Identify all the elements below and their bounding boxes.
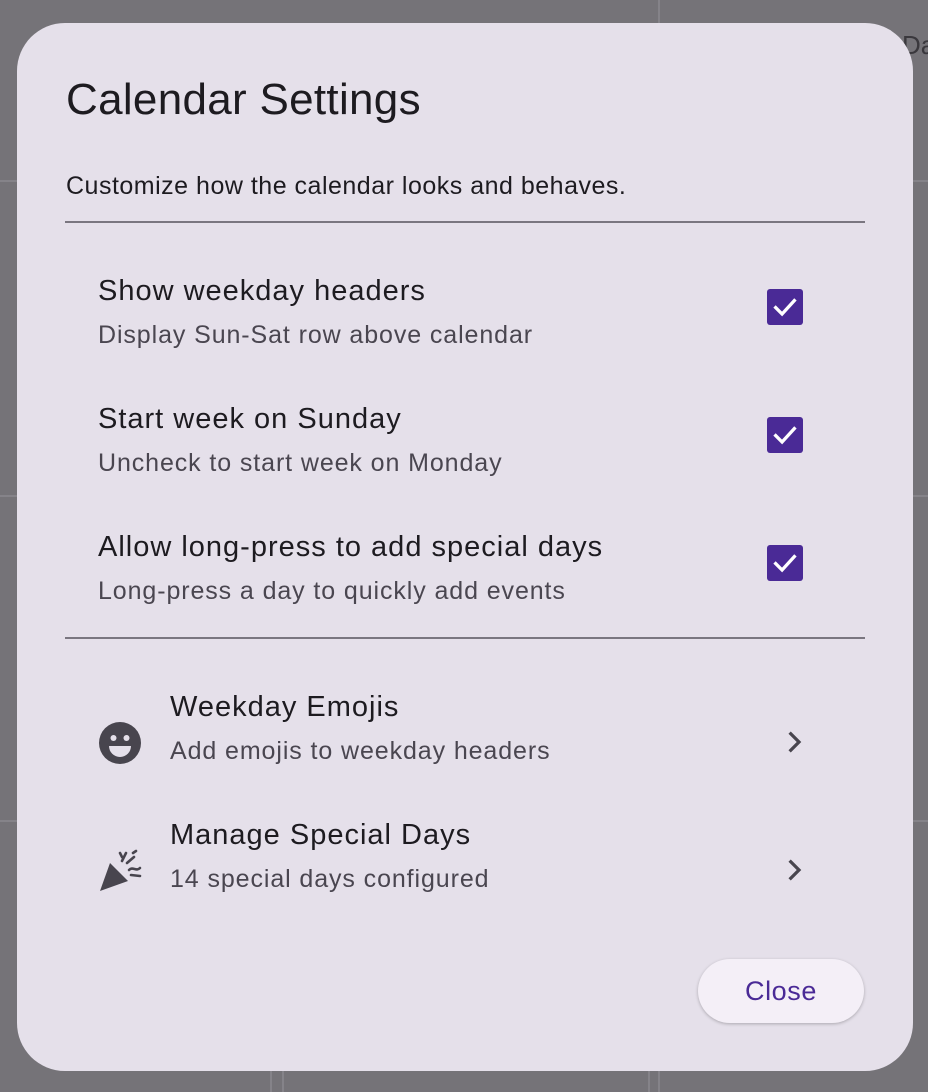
chevron-right-icon (788, 731, 802, 753)
background-gridline (282, 1071, 284, 1092)
nav-subtitle: 14 special days configured (170, 865, 490, 893)
checkmark-icon (773, 554, 797, 573)
calendar-settings-dialog: Calendar Settings Customize how the cale… (17, 23, 913, 1071)
toggle-title: Show weekday headers (98, 275, 426, 307)
background-gridline (0, 820, 17, 822)
checkmark-icon (773, 298, 797, 317)
chevron-right-icon (788, 859, 802, 881)
nav-title: Weekday Emojis (170, 691, 400, 723)
toggle-row-start-sunday[interactable]: Start week on Sunday Uncheck to start we… (65, 393, 865, 521)
background-gridline (648, 1071, 650, 1092)
nav-title: Manage Special Days (170, 819, 472, 851)
divider (65, 221, 865, 223)
divider (65, 637, 865, 639)
toggle-row-long-press[interactable]: Allow long-press to add special days Lon… (65, 521, 865, 649)
dialog-subtitle: Customize how the calendar looks and beh… (66, 172, 627, 200)
background-gridline (913, 820, 928, 822)
party-popper-icon (100, 849, 142, 891)
background-gridline (0, 495, 17, 497)
toggle-subtitle: Long-press a day to quickly add events (98, 577, 566, 605)
toggle-title: Allow long-press to add special days (98, 531, 604, 563)
toggle-subtitle: Uncheck to start week on Monday (98, 449, 503, 477)
nav-row-special-days[interactable]: Manage Special Days 14 special days conf… (65, 809, 865, 937)
background-gridline (270, 1071, 272, 1092)
smiley-face-icon (99, 722, 141, 764)
start-sunday-checkbox[interactable] (767, 417, 803, 453)
toggle-row-weekday-headers[interactable]: Show weekday headers Display Sun-Sat row… (65, 265, 865, 393)
toggle-title: Start week on Sunday (98, 403, 402, 435)
background-gridline (658, 0, 660, 23)
close-button[interactable]: Close (698, 959, 864, 1023)
toggle-subtitle: Display Sun-Sat row above calendar (98, 321, 533, 349)
dialog-title: Calendar Settings (66, 75, 421, 124)
background-gridline (658, 1071, 660, 1092)
background-gridline (0, 180, 17, 182)
long-press-checkbox[interactable] (767, 545, 803, 581)
nav-subtitle: Add emojis to weekday headers (170, 737, 551, 765)
background-gridline (913, 495, 928, 497)
nav-row-weekday-emojis[interactable]: Weekday Emojis Add emojis to weekday hea… (65, 681, 865, 809)
weekday-headers-checkbox[interactable] (767, 289, 803, 325)
checkmark-icon (773, 426, 797, 445)
background-gridline (913, 180, 928, 182)
